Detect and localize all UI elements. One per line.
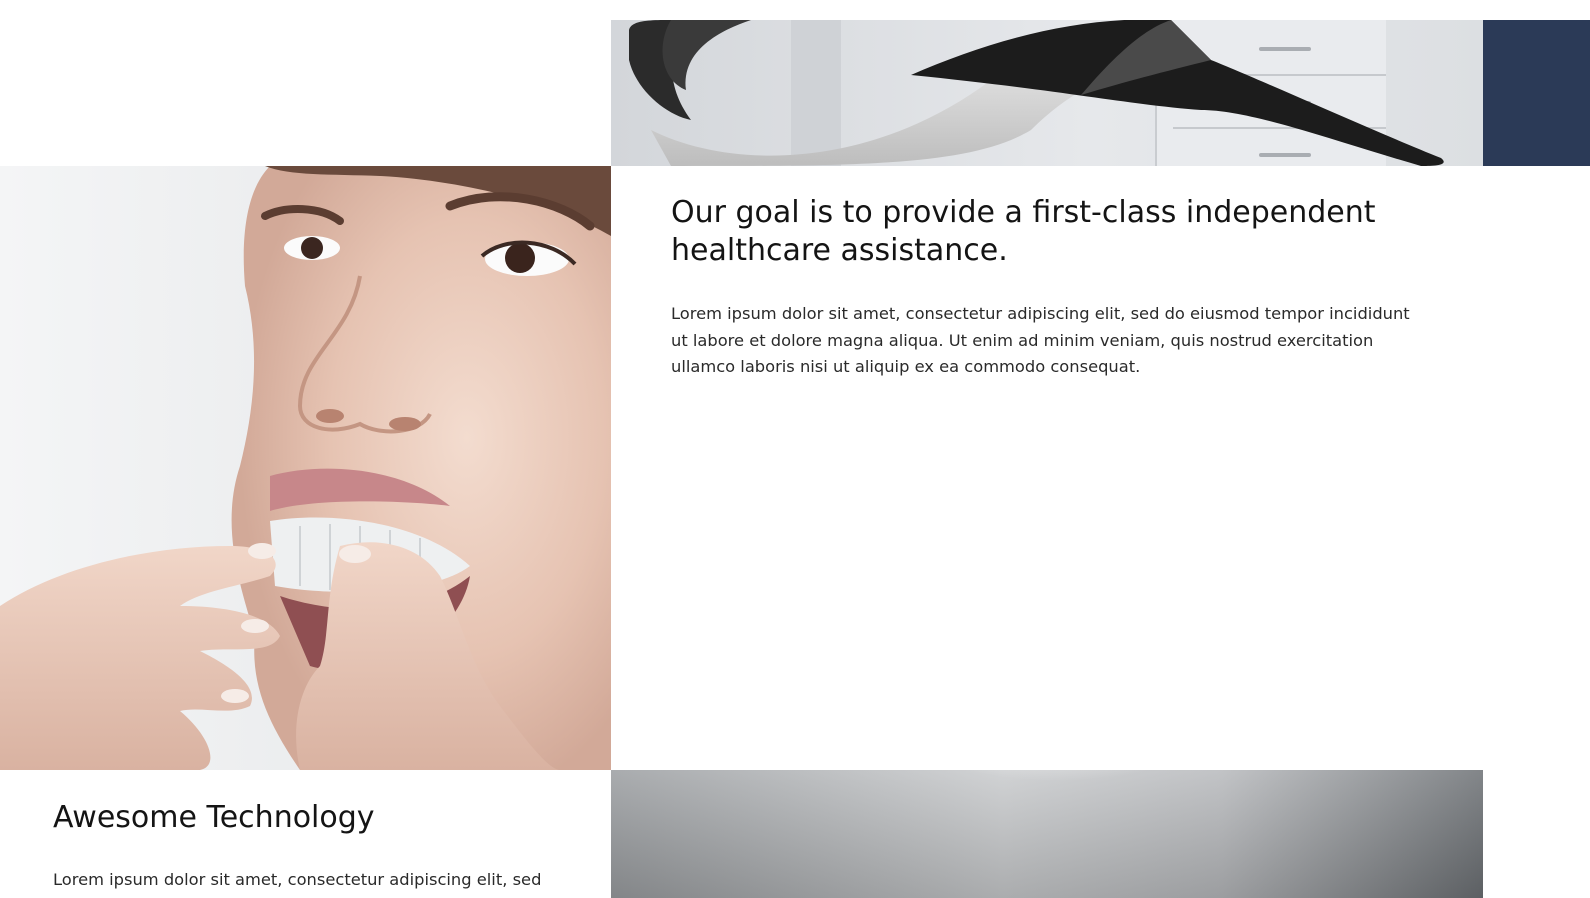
goal-body-text: Lorem ipsum dolor sit amet, consectetur … [671,304,1410,376]
woman-aligner-image [0,166,611,770]
bottom-closeup-image [611,770,1483,898]
technology-heading: Awesome Technology [53,800,375,835]
navy-accent-block [1483,20,1590,166]
technology-body-text: Lorem ipsum dolor sit amet, consectetur … [53,870,542,889]
dental-chair-image [611,20,1483,166]
goal-heading: Our goal is to provide a first-class ind… [671,195,1376,268]
page: Our goal is to provide a first-class ind… [0,0,1590,898]
